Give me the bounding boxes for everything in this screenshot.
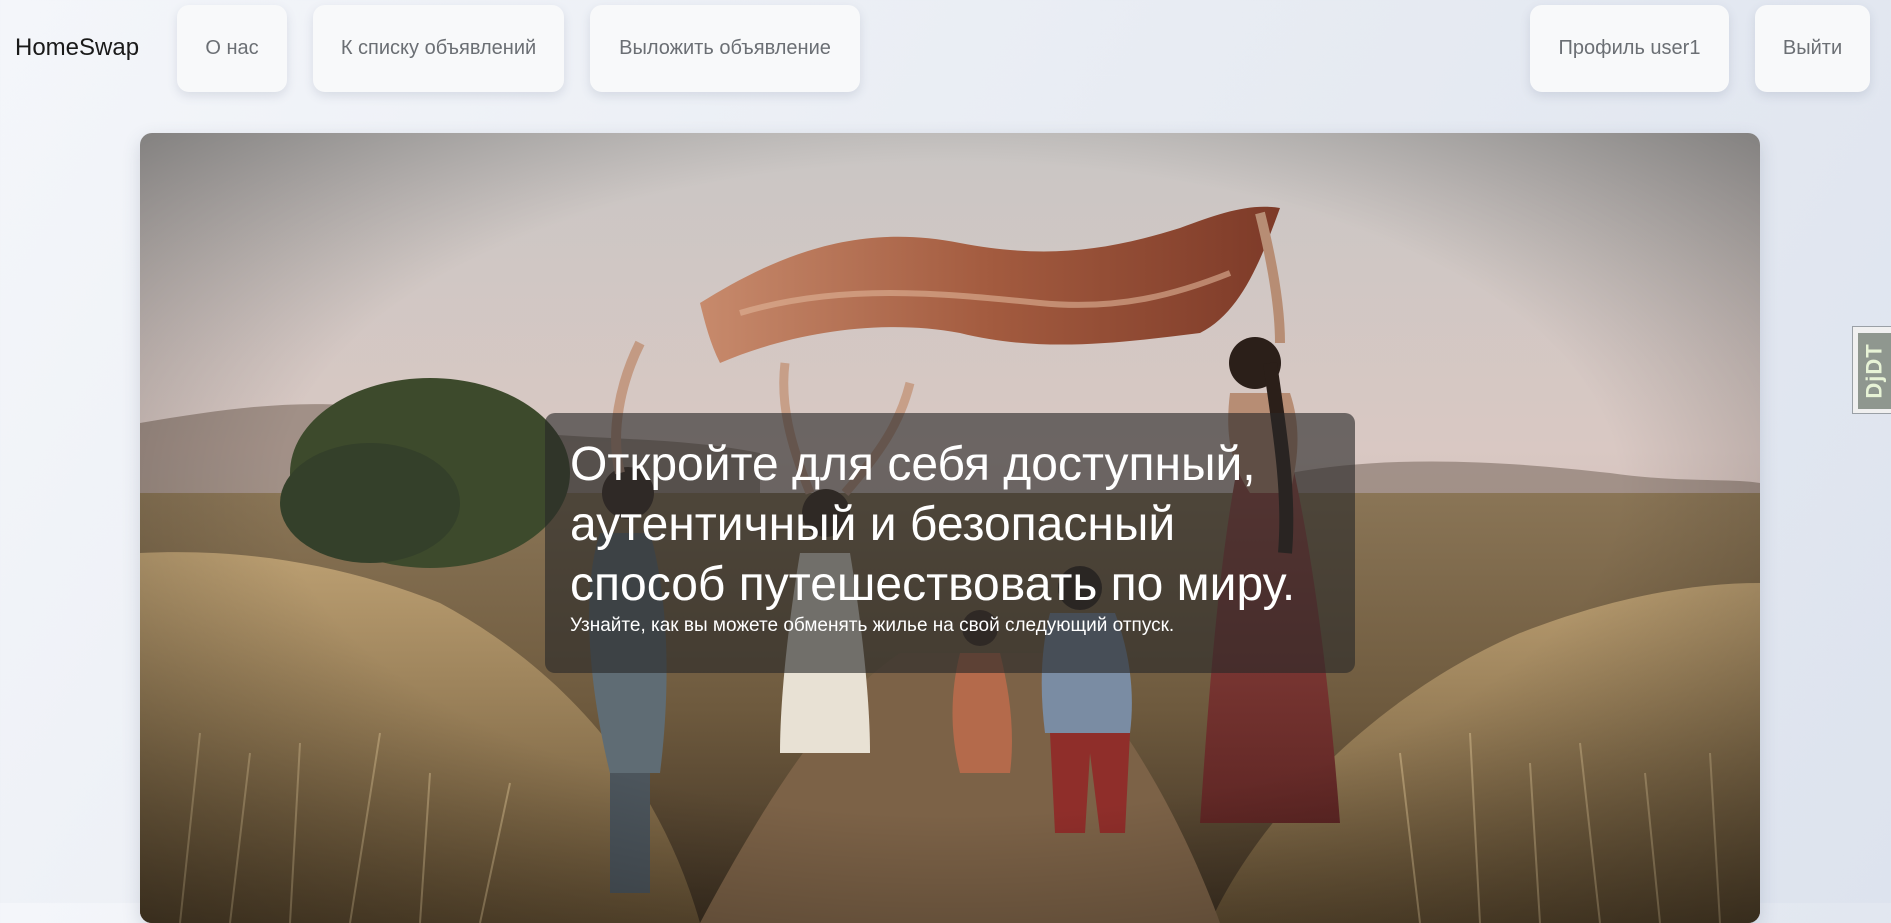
listings-button[interactable]: К списку объявлений	[313, 5, 564, 92]
hero-caption: Откройте для себя доступный, аутентичный…	[545, 413, 1355, 673]
about-button[interactable]: О нас	[177, 5, 287, 92]
profile-button[interactable]: Профиль user1	[1530, 5, 1729, 92]
logout-button[interactable]: Выйти	[1755, 5, 1870, 92]
debug-toolbar-logo: DjDT	[1858, 333, 1891, 409]
hero-banner: Откройте для себя доступный, аутентичный…	[140, 133, 1760, 923]
debug-toolbar-label: DjDT	[1862, 343, 1888, 399]
top-navbar: HomeSwap О нас К списку объявлений Вылож…	[0, 0, 1891, 110]
hero-title: Откройте для себя доступный, аутентичный…	[570, 438, 1296, 611]
debug-toolbar-handle[interactable]: DjDT	[1852, 326, 1891, 414]
brand-logo-text[interactable]: HomeSwap	[15, 34, 139, 62]
post-listing-button[interactable]: Выложить объявление	[590, 5, 860, 92]
hero-subtitle: Узнайте, как вы можете обменять жилье на…	[570, 615, 1175, 636]
